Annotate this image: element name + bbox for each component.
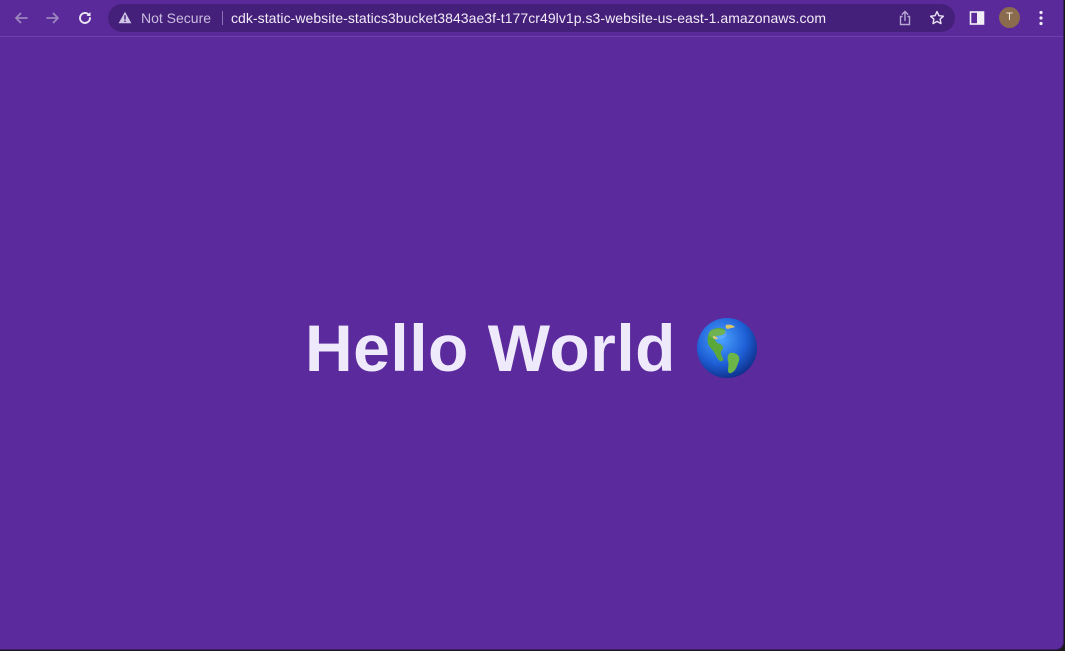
url-text[interactable]: cdk-static-website-statics3bucket3843ae3… xyxy=(231,10,826,26)
omnibox-divider xyxy=(222,11,223,25)
back-button[interactable] xyxy=(9,6,33,30)
side-panel-button[interactable] xyxy=(965,6,989,30)
arrow-right-icon xyxy=(46,12,59,24)
warning-triangle-icon[interactable] xyxy=(118,11,132,29)
globe-americas-icon xyxy=(696,318,757,378)
profile-avatar[interactable]: T xyxy=(999,7,1020,28)
forward-button[interactable] xyxy=(41,6,65,30)
browser-toolbar: Not Secure cdk-static-website-statics3bu… xyxy=(0,0,1063,37)
browser-window: Not Secure cdk-static-website-statics3bu… xyxy=(0,0,1064,650)
reload-icon xyxy=(79,12,91,24)
side-panel-icon xyxy=(969,11,985,25)
address-bar[interactable]: Not Secure cdk-static-website-statics3bu… xyxy=(108,4,955,32)
security-status-label[interactable]: Not Secure xyxy=(141,10,211,26)
reload-button[interactable] xyxy=(73,6,97,30)
page-content: Hello World xyxy=(0,310,1063,386)
star-icon[interactable] xyxy=(928,9,946,27)
share-icon[interactable] xyxy=(896,9,914,27)
hello-world-heading: Hello World xyxy=(305,311,676,385)
arrow-left-icon xyxy=(15,12,28,24)
menu-button[interactable] xyxy=(1029,6,1053,30)
kebab-menu-icon xyxy=(1039,10,1043,26)
